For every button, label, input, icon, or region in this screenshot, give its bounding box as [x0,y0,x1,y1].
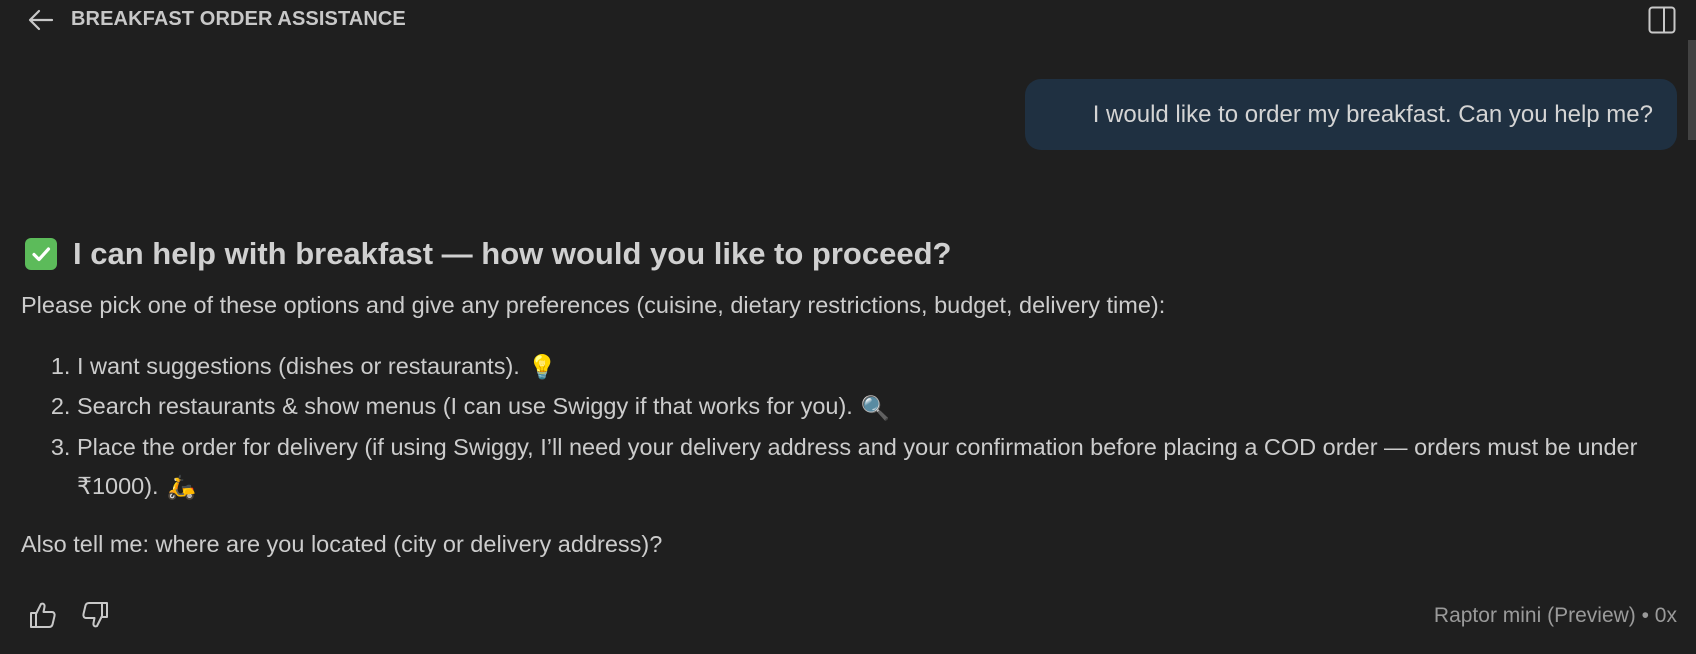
scooter-icon: 🛵 [166,473,196,500]
option-item-place-order: Place the order for delivery (if using S… [77,428,1661,507]
arrow-left-icon [28,9,54,31]
split-panel-icon [1648,6,1676,34]
scrollbar-thumb[interactable] [1688,40,1696,140]
response-heading: I can help with breakfast — how would yo… [25,230,1661,278]
option-text: Search restaurants & show menus (I can u… [77,393,853,420]
chat-header: BREAKFAST ORDER ASSISTANCE [0,0,1696,40]
user-message-text: I would like to order my breakfast. Can … [1092,100,1653,128]
option-text: I want suggestions (dishes or restaurant… [77,353,520,379]
light-bulb-icon: 💡 [527,354,558,381]
magnifier-icon: 🔍 [860,394,891,421]
option-item-search: Search restaurants & show menus (I can u… [77,387,1661,427]
thumbs-up-button[interactable] [26,598,60,632]
thumbs-down-button[interactable] [78,598,112,632]
response-intro: Please pick one of these options and giv… [21,292,1166,318]
assistant-response: I can help with breakfast — how would yo… [21,230,1661,558]
option-item-suggestions: I want suggestions (dishes or restaurant… [77,347,1661,387]
toggle-panel-button[interactable] [1646,4,1678,36]
options-list: I want suggestions (dishes or restaurant… [21,347,1661,507]
thumbs-down-icon [82,602,108,628]
back-button[interactable] [26,5,56,35]
page-title: BREAKFAST ORDER ASSISTANCE [71,8,406,30]
model-info-label: Raptor mini (Preview) • 0x [1433,604,1677,627]
user-message-bubble: I would like to order my breakfast. Can … [1025,79,1677,150]
response-heading-text: I can help with breakfast — how would yo… [73,236,952,271]
check-mark-icon [25,238,57,270]
location-question: Also tell me: where are you located (cit… [21,530,663,557]
option-text: Place the order for delivery (if using S… [77,433,1638,499]
thumbs-up-icon [30,602,56,628]
